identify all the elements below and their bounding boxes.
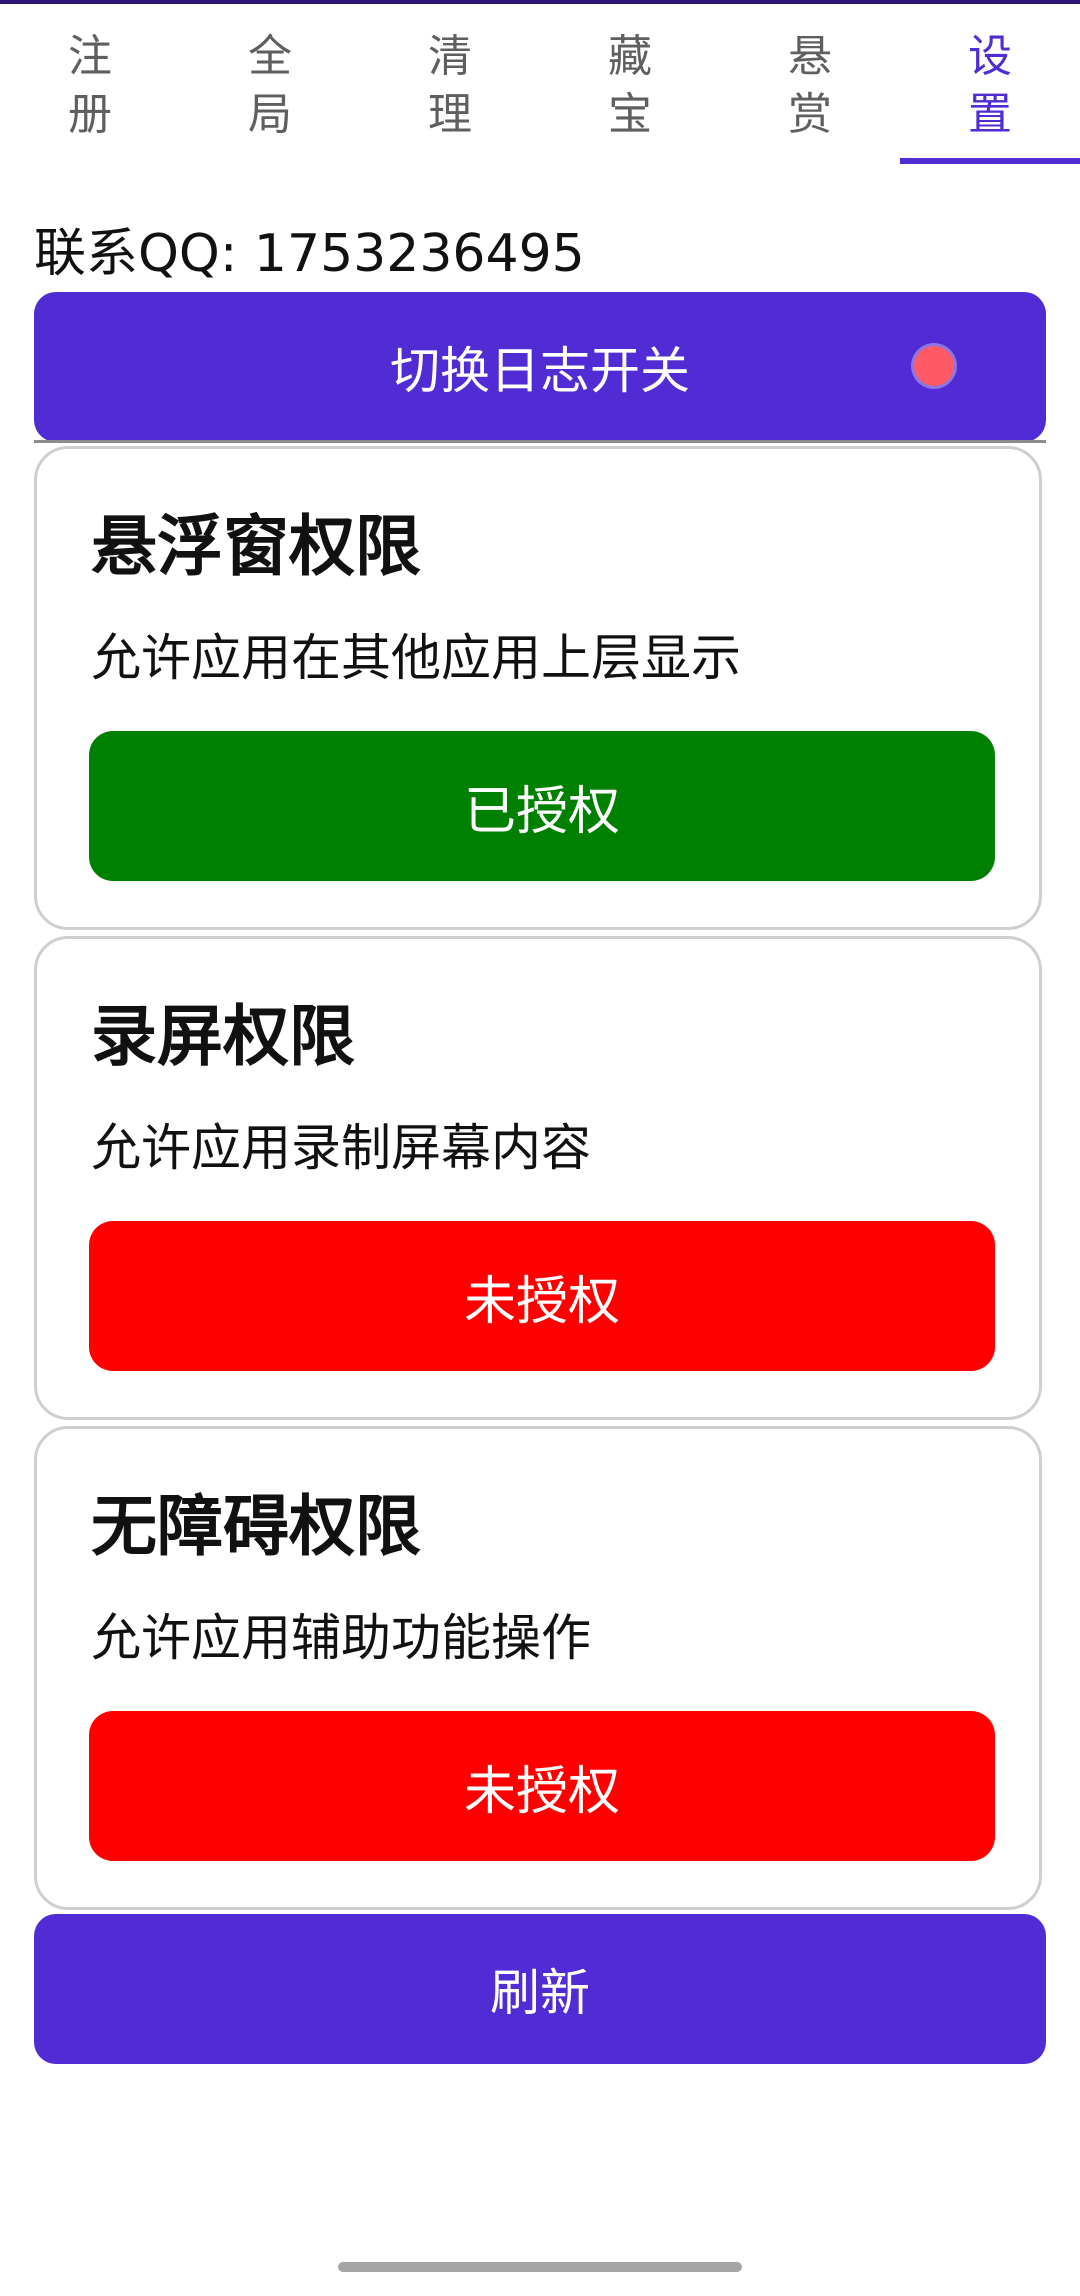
active-tab-indicator — [900, 158, 1080, 164]
tab-global[interactable]: 全局 — [180, 4, 360, 164]
permission-description: 允许应用在其他应用上层显示 — [91, 629, 741, 687]
tab-register[interactable]: 注册 — [0, 4, 180, 164]
permission-card-screen-record: 录屏权限 允许应用录制屏幕内容 未授权 — [34, 936, 1042, 1420]
tab-label: 悬赏 — [788, 31, 832, 140]
settings-page: 注册 全局 清理 藏宝 悬赏 设置 联系QQ: 1753236495 切换日志开… — [0, 0, 1080, 2296]
tab-treasure[interactable]: 藏宝 — [540, 4, 720, 164]
divider — [34, 440, 1046, 443]
tab-bar: 注册 全局 清理 藏宝 悬赏 设置 — [0, 4, 1080, 164]
tab-bounty[interactable]: 悬赏 — [720, 4, 900, 164]
tab-label: 设置 — [968, 31, 1012, 140]
permission-status-label: 未授权 — [463, 1761, 620, 1822]
toggle-log-button[interactable]: 切换日志开关 — [34, 292, 1046, 442]
overlay-permission-status-button[interactable]: 已授权 — [89, 731, 995, 881]
permission-status-label: 未授权 — [463, 1271, 620, 1332]
permission-status-label: 已授权 — [463, 781, 620, 842]
home-indicator-bar[interactable] — [338, 2262, 742, 2272]
permission-title: 悬浮窗权限 — [91, 508, 421, 585]
refresh-label: 刷新 — [490, 1964, 590, 2022]
toggle-log-label: 切换日志开关 — [390, 342, 690, 400]
permission-title: 录屏权限 — [91, 998, 355, 1075]
permission-description: 允许应用辅助功能操作 — [91, 1609, 591, 1667]
permission-description: 允许应用录制屏幕内容 — [91, 1119, 591, 1177]
contact-qq-text: 联系QQ: 1753236495 — [34, 224, 585, 284]
tab-settings[interactable]: 设置 — [900, 4, 1080, 164]
permission-title: 无障碍权限 — [91, 1488, 421, 1565]
screen-record-permission-status-button[interactable]: 未授权 — [89, 1221, 995, 1371]
permission-card-overlay: 悬浮窗权限 允许应用在其他应用上层显示 已授权 — [34, 446, 1042, 930]
refresh-button[interactable]: 刷新 — [34, 1914, 1046, 2064]
tab-label: 藏宝 — [608, 31, 652, 140]
tab-label: 注册 — [68, 31, 112, 140]
tab-label: 全局 — [248, 31, 292, 140]
accessibility-permission-status-button[interactable]: 未授权 — [89, 1711, 995, 1861]
tab-label: 清理 — [428, 31, 472, 140]
permission-card-accessibility: 无障碍权限 允许应用辅助功能操作 未授权 — [34, 1426, 1042, 1910]
tab-clean[interactable]: 清理 — [360, 4, 540, 164]
log-status-dot-icon — [914, 346, 954, 386]
